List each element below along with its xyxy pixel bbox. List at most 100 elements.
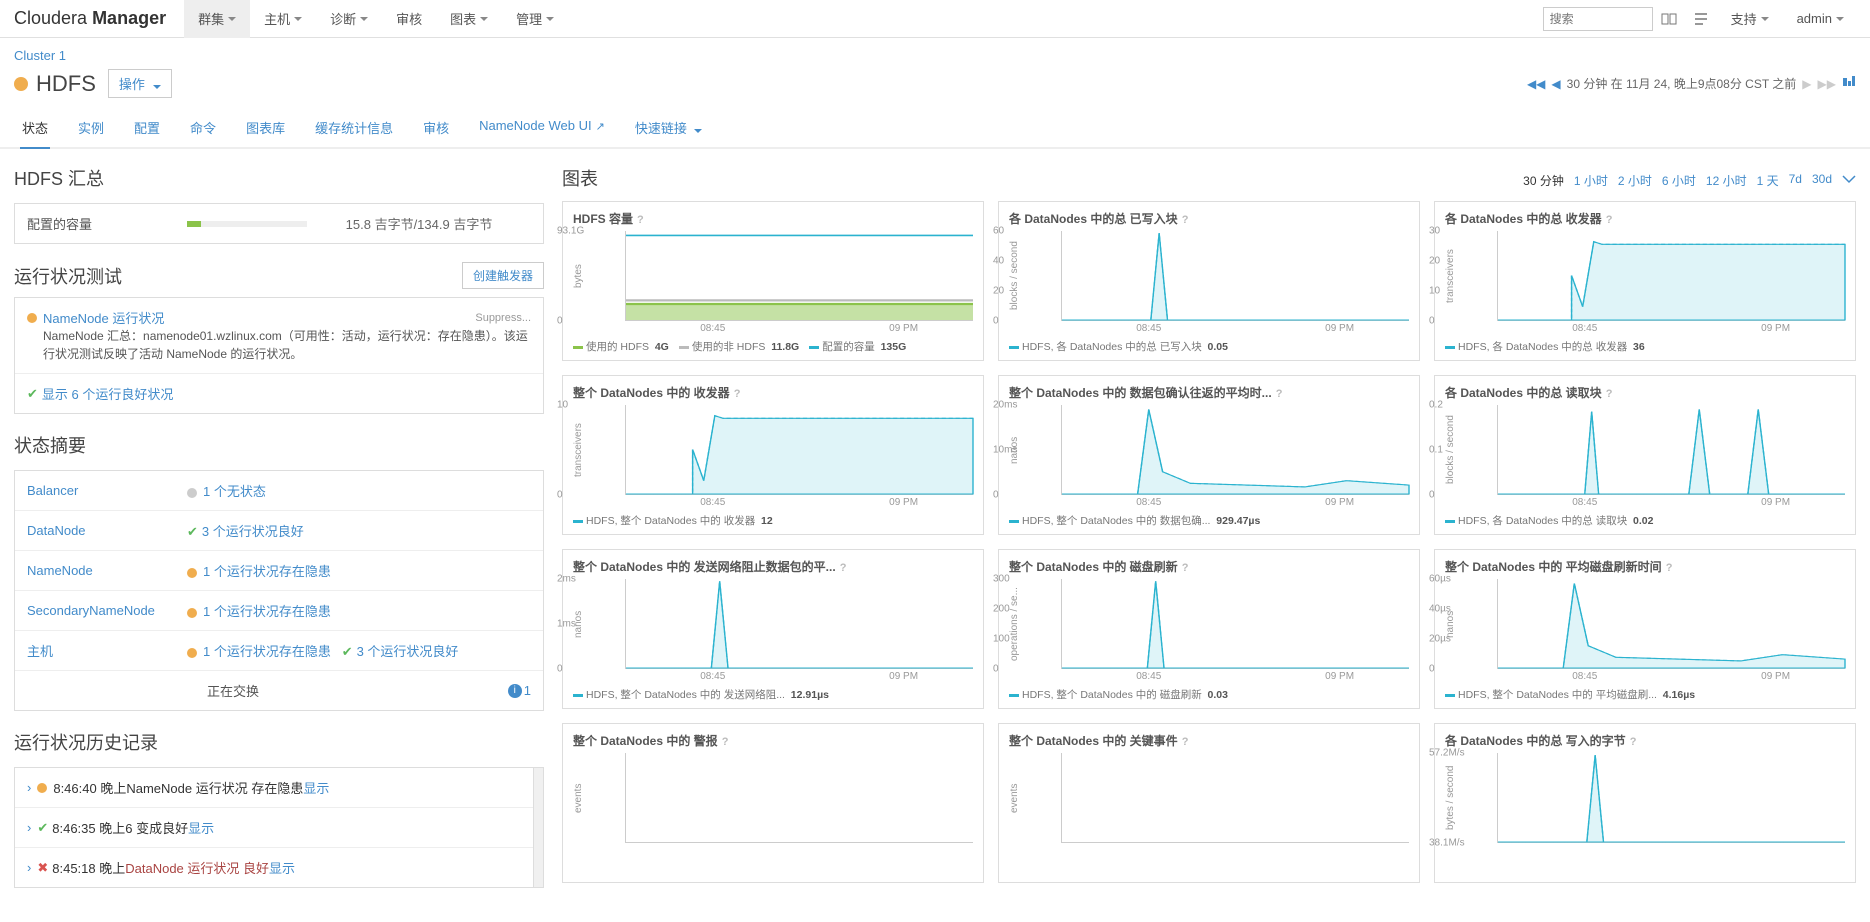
chart-plot[interactable]: 08:4509 PM [1497, 405, 1845, 495]
role-link[interactable]: Balancer [27, 483, 78, 498]
chart-plot[interactable]: 08:4509 PM [1497, 579, 1845, 669]
role-link[interactable]: DataNode [27, 523, 86, 538]
help-icon[interactable]: ? [722, 736, 729, 748]
forward-fast-icon[interactable]: ▶▶ [1818, 77, 1836, 91]
scrollbar[interactable] [533, 768, 543, 887]
help-icon[interactable]: ? [1182, 562, 1189, 574]
time-option[interactable]: 7d [1789, 172, 1802, 189]
now-icon[interactable] [1842, 76, 1856, 91]
history-show-link[interactable]: 显示 [269, 858, 295, 877]
tab-instances[interactable]: 实例 [76, 110, 106, 147]
chart-menu-icon[interactable] [1842, 173, 1856, 188]
tab-webui[interactable]: NameNode Web UI↗ [477, 110, 607, 147]
help-icon[interactable]: ? [1276, 388, 1283, 400]
help-icon[interactable]: ? [840, 562, 847, 574]
help-icon[interactable]: ? [1606, 388, 1613, 400]
nav-admin[interactable]: 管理 [502, 0, 568, 38]
expand-icon[interactable]: › [27, 820, 31, 835]
chart-card[interactable]: 整个 DataNodes 中的 平均磁盘刷新时间? nanos 60µs40µs… [1434, 549, 1856, 709]
chart-plot[interactable] [625, 753, 973, 843]
chart-card[interactable]: 各 DataNodes 中的总 已写入块? blocks / second 60… [998, 201, 1420, 361]
help-icon[interactable]: ? [734, 388, 741, 400]
y-axis-label: transceivers [1445, 231, 1459, 321]
tab-quick-links[interactable]: 快速链接 [633, 110, 705, 147]
brand[interactable]: Cloudera Manager [12, 8, 184, 29]
role-link[interactable]: 主机 [27, 644, 53, 659]
status-link[interactable]: 1 个运行状况存在隐患 [203, 644, 331, 659]
chart-plot[interactable]: 08:4509 PM [625, 231, 973, 321]
time-option[interactable]: 1 小时 [1574, 172, 1608, 189]
help-icon[interactable]: ? [1182, 736, 1189, 748]
info-icon[interactable]: i [508, 684, 522, 698]
time-option[interactable]: 30 分钟 [1523, 172, 1564, 189]
chart-plot[interactable] [1497, 753, 1845, 843]
show-good-health-link[interactable]: 显示 6 个运行良好状况 [42, 384, 173, 403]
status-link[interactable]: 1 个运行状况存在隐患 [203, 564, 331, 579]
chart-card[interactable]: 整个 DataNodes 中的 数据包确认往返的平均时...? nanos 20… [998, 375, 1420, 535]
chart-card[interactable]: 整个 DataNodes 中的 磁盘刷新? operations / se...… [998, 549, 1420, 709]
search-input[interactable] [1543, 7, 1653, 31]
time-option[interactable]: 6 小时 [1662, 172, 1696, 189]
rewind-icon[interactable]: ◀ [1551, 77, 1560, 91]
time-option[interactable]: 12 小时 [1706, 172, 1747, 189]
rewind-fast-icon[interactable]: ◀◀ [1527, 77, 1545, 91]
history-show-link[interactable]: 显示 [188, 818, 214, 837]
nav-user[interactable]: admin [1783, 0, 1858, 38]
tab-commands[interactable]: 命令 [188, 110, 218, 147]
nav-diagnostics[interactable]: 诊断 [316, 0, 382, 38]
help-icon[interactable]: ? [1182, 214, 1189, 226]
chart-card[interactable]: 各 DataNodes 中的总 读取块? blocks / second 0.2… [1434, 375, 1856, 535]
help-icon[interactable]: ? [1606, 214, 1613, 226]
chart-plot[interactable]: 08:4509 PM [625, 405, 973, 495]
nav-charts[interactable]: 图表 [436, 0, 502, 38]
expand-icon[interactable]: › [27, 860, 31, 875]
running-commands-icon[interactable] [1689, 7, 1713, 31]
time-option[interactable]: 2 小时 [1618, 172, 1652, 189]
chart-plot[interactable]: 08:4509 PM [1061, 579, 1409, 669]
history-show-link[interactable]: 显示 [303, 778, 329, 797]
tab-config[interactable]: 配置 [132, 110, 162, 147]
create-trigger-button[interactable]: 创建触发器 [462, 262, 544, 289]
tab-status[interactable]: 状态 [20, 110, 50, 147]
history-time: 8:46:35 晚上 [52, 818, 125, 837]
role-link[interactable]: SecondaryNameNode [27, 603, 155, 618]
chart-legend: HDFS, 整个 DataNodes 中的 磁盘刷新 0.03 [1009, 687, 1409, 702]
chart-plot[interactable]: 08:4509 PM [1497, 231, 1845, 321]
chart-card[interactable]: 整个 DataNodes 中的 警报? events [562, 723, 984, 883]
chart-card[interactable]: 各 DataNodes 中的总 写入的字节? bytes / second 57… [1434, 723, 1856, 883]
expand-icon[interactable]: › [27, 780, 31, 795]
chart-plot[interactable]: 08:4509 PM [625, 579, 973, 669]
status-link[interactable]: 1 个无状态 [203, 484, 266, 499]
forward-icon[interactable]: ▶ [1802, 77, 1811, 91]
chart-card[interactable]: 整个 DataNodes 中的 关键事件? events [998, 723, 1420, 883]
help-icon[interactable]: ? [1666, 562, 1673, 574]
nav-audits[interactable]: 审核 [382, 0, 436, 38]
chart-card[interactable]: 整个 DataNodes 中的 收发器? transceivers 100 08… [562, 375, 984, 535]
help-icon[interactable]: ? [1630, 736, 1637, 748]
tab-cache[interactable]: 缓存统计信息 [313, 110, 395, 147]
chart-plot[interactable]: 08:4509 PM [1061, 231, 1409, 321]
history-message: DataNode 运行状况 良好 [125, 858, 269, 877]
parcels-icon[interactable] [1657, 7, 1681, 31]
nav-clusters[interactable]: 群集 [184, 0, 250, 38]
help-icon[interactable]: ? [637, 214, 644, 226]
nav-support[interactable]: 支持 [1717, 0, 1783, 38]
status-link[interactable]: 3 个运行状况良好 [202, 524, 304, 539]
tab-charts-library[interactable]: 图表库 [244, 110, 287, 147]
chart-card[interactable]: 各 DataNodes 中的总 收发器? transceivers 302010… [1434, 201, 1856, 361]
chart-plot[interactable] [1061, 753, 1409, 843]
namenode-health-link[interactable]: NameNode 运行状况 [43, 308, 164, 327]
breadcrumb[interactable]: Cluster 1 [0, 38, 1870, 63]
suppress-link[interactable]: Suppress... [475, 312, 531, 324]
tab-audits[interactable]: 审核 [421, 110, 451, 147]
role-link[interactable]: NameNode [27, 563, 93, 578]
time-range-selector[interactable]: ◀◀ ◀ 30 分钟 在 11月 24, 晚上9点08分 CST 之前 ▶ ▶▶ [1527, 75, 1856, 92]
chart-plot[interactable]: 08:4509 PM [1061, 405, 1409, 495]
actions-button[interactable]: 操作 [108, 69, 172, 98]
status-link[interactable]: 1 个运行状况存在隐患 [203, 604, 331, 619]
chart-card[interactable]: HDFS 容量? bytes 93.1G0 08:4509 PM 使用的 HDF… [562, 201, 984, 361]
nav-hosts[interactable]: 主机 [250, 0, 316, 38]
chart-card[interactable]: 整个 DataNodes 中的 发送网络阻止数据包的平...? nanos 2m… [562, 549, 984, 709]
time-option[interactable]: 30d [1812, 172, 1832, 189]
time-option[interactable]: 1 天 [1757, 172, 1779, 189]
